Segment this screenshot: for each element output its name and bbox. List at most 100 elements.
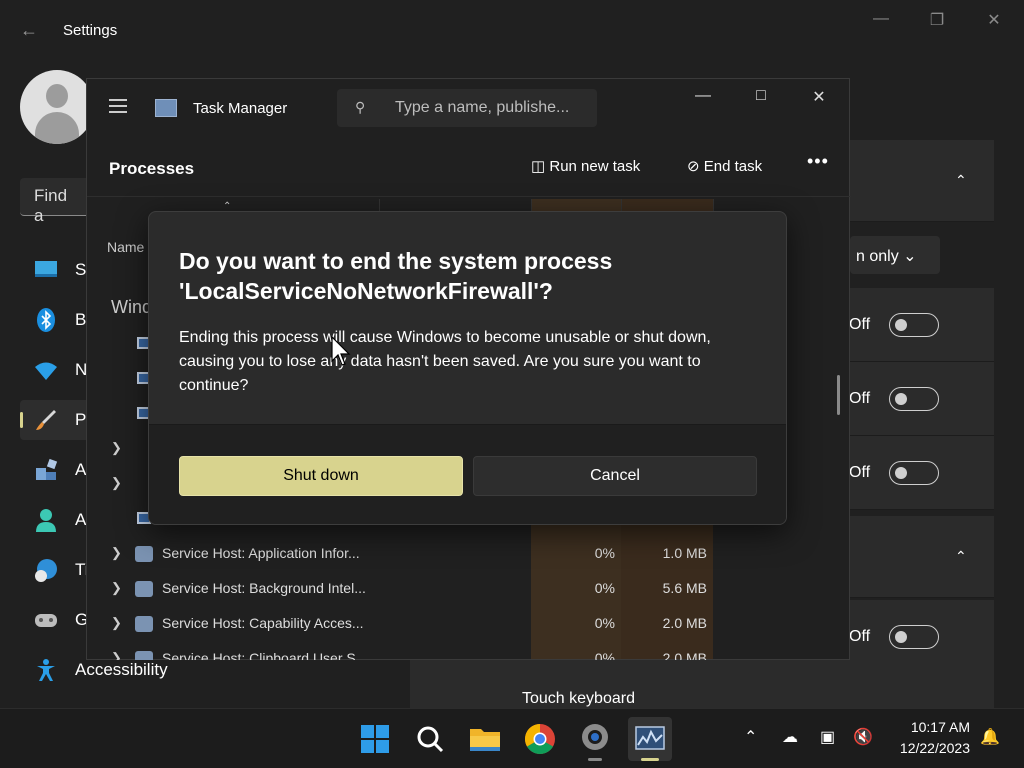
toggle-switch[interactable] (889, 387, 939, 411)
show-hidden-icons-icon[interactable]: ⌃ (744, 727, 757, 747)
page-title: Processes (109, 159, 195, 178)
notification-bell-icon[interactable]: 🔔 (980, 727, 1000, 747)
sidebar-item-bluetooth[interactable]: Bl (20, 300, 90, 340)
back-arrow-icon[interactable]: ← (20, 20, 38, 41)
dialog-title: Do you want to end the system process 'L… (179, 248, 613, 304)
taskbar-chrome[interactable] (518, 717, 562, 761)
process-name: Service Host: Capability Acces... (162, 615, 364, 631)
process-name: Service Host: Clipboard User S... (162, 650, 368, 660)
more-options-icon[interactable]: ••• (807, 151, 829, 172)
close-icon[interactable]: ✕ (799, 87, 839, 107)
window-title: Task Manager (193, 100, 288, 117)
memory-value: 2.0 MB (662, 650, 707, 660)
expand-chevron-icon[interactable]: ❯ (111, 475, 122, 491)
settings-title: Settings (63, 22, 118, 39)
clock-time[interactable]: 10:17 AM (888, 719, 970, 735)
expand-chevron-icon[interactable]: ❯ (111, 650, 122, 660)
restore-icon[interactable]: ❐ (922, 10, 952, 30)
cpu-value: 0% (594, 545, 615, 561)
memory-value: 1.0 MB (662, 545, 707, 561)
avatar[interactable] (20, 70, 94, 144)
end-task-label: End task (703, 158, 763, 175)
cpu-value: 0% (594, 650, 615, 660)
system-icon (35, 261, 57, 277)
toggle-state-label: Off (849, 390, 871, 407)
search-input[interactable]: ⚲ Type a name, publishe... (337, 89, 597, 127)
taskbar-task-manager[interactable] (628, 717, 672, 761)
run-new-task-label: Run new task (549, 158, 641, 175)
chrome-icon (524, 724, 555, 755)
accessibility-icon (37, 659, 55, 681)
process-name: Service Host: Background Intel... (162, 580, 366, 596)
shut-down-button[interactable]: Shut down (179, 456, 463, 496)
running-indicator (588, 758, 602, 761)
sidebar-item-time-language[interactable]: Ti (20, 550, 90, 590)
start-button[interactable] (353, 717, 397, 761)
accessibility-label[interactable]: Accessibility (75, 660, 168, 680)
cpu-value: 0% (594, 580, 615, 596)
memory-value: 2.0 MB (662, 615, 707, 631)
minimize-icon[interactable]: — (683, 87, 723, 105)
table-row[interactable]: ❯ Service Host: Application Infor... 0% … (87, 537, 849, 572)
expand-chevron-icon[interactable]: ❯ (111, 440, 122, 456)
toggle-state-label: Off (849, 316, 871, 333)
gear-icon (135, 581, 153, 597)
minimize-icon[interactable]: — (866, 10, 896, 28)
sidebar-item-accounts[interactable]: A (20, 500, 90, 540)
sidebar-item-gaming[interactable]: G (20, 600, 90, 640)
only-dropdown[interactable]: n only ⌄ (850, 236, 940, 274)
expand-chevron-icon[interactable]: ❯ (111, 615, 122, 631)
scrollbar-thumb[interactable] (837, 375, 840, 415)
taskbar-search-button[interactable] (408, 717, 452, 761)
onedrive-icon[interactable]: ☁ (782, 727, 798, 747)
group-header-windows: Wind (111, 297, 153, 317)
table-row[interactable]: ❯ Service Host: Background Intel... 0% 5… (87, 572, 849, 607)
process-name: Service Host: Application Infor... (162, 545, 360, 561)
apps-icon (36, 458, 58, 480)
expand-chevron-icon[interactable]: ❯ (111, 580, 122, 596)
task-manager-icon (635, 726, 665, 750)
network-status-icon[interactable]: ▣ (820, 727, 835, 747)
settings-icon (582, 724, 608, 750)
sidebar-item-apps[interactable]: A (20, 450, 90, 490)
expand-chevron-icon[interactable]: ❯ (111, 545, 122, 561)
run-new-task-icon: ◫ (531, 158, 546, 175)
touch-keyboard-card (410, 660, 994, 708)
dialog-footer: Shut down Cancel (149, 424, 786, 524)
column-header-name[interactable]: Name (107, 239, 144, 255)
sidebar-item-network[interactable]: N (20, 350, 90, 390)
table-row[interactable]: ❯ Service Host: Capability Acces... 0% 2… (87, 607, 849, 642)
clock-date[interactable]: 12/22/2023 (888, 740, 970, 756)
taskbar-settings[interactable] (573, 717, 617, 761)
personalization-icon (36, 410, 56, 430)
dialog-message: Ending this process will cause Windows t… (179, 329, 711, 394)
chevron-up-icon[interactable]: ⌃ (955, 172, 967, 189)
sidebar-item-system[interactable]: Sy (20, 250, 95, 290)
chevron-up-icon[interactable]: ⌃ (955, 548, 967, 565)
taskbar: ⌃ ☁ ▣ 🔇 10:17 AM 12/22/2023 🔔 (0, 708, 1024, 768)
end-process-dialog: Do you want to end the system process 'L… (148, 211, 787, 525)
toggle-switch[interactable] (889, 625, 939, 649)
touch-keyboard-label[interactable]: Touch keyboard (522, 690, 635, 708)
close-icon[interactable]: ✕ (979, 10, 1009, 30)
table-row[interactable]: ❯ Service Host: Clipboard User S... 0% 2… (87, 642, 849, 660)
gaming-icon (35, 614, 57, 627)
settings-card (850, 516, 994, 598)
run-new-task-button[interactable]: ◫ Run new task (531, 157, 640, 175)
toggle-switch[interactable] (889, 461, 939, 485)
bluetooth-icon (37, 308, 55, 332)
accounts-icon (36, 509, 56, 532)
hamburger-menu-icon[interactable] (109, 99, 127, 117)
volume-muted-icon[interactable]: 🔇 (853, 727, 873, 747)
find-setting-input[interactable]: Find a (20, 178, 90, 225)
file-explorer-icon (470, 729, 500, 751)
toggle-switch[interactable] (889, 313, 939, 337)
cancel-button[interactable]: Cancel (473, 456, 757, 496)
search-icon (417, 726, 444, 753)
end-task-icon: ⊘ (687, 158, 700, 175)
taskbar-file-explorer[interactable] (463, 717, 507, 761)
end-task-button[interactable]: ⊘ End task (687, 157, 762, 175)
gear-icon (135, 651, 153, 660)
sidebar-item-personalization[interactable]: Pe (20, 400, 96, 440)
maximize-icon[interactable]: □ (741, 87, 781, 105)
